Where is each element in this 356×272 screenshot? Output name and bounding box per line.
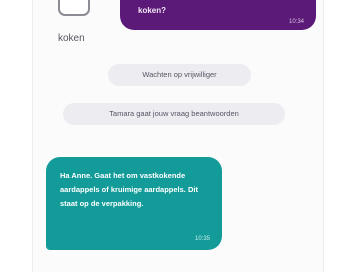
chat-screen: koken koken? 10:34 Wachten op vrijwillig… [0,0,356,272]
attachment-caption: koken [58,33,85,44]
status-pill-answering: Tamara gaat jouw vraag beantwoorden [63,103,285,125]
incoming-message-text: Ha Anne. Gaat het om vastkokende aardapp… [60,171,198,208]
incoming-message-bubble: Ha Anne. Gaat het om vastkokende aardapp… [46,157,222,250]
outgoing-message-bubble: koken? 10:34 [120,0,316,30]
outgoing-message-text: koken? [138,6,167,15]
status-pill-waiting: Wachten op vrijwilliger [108,64,251,86]
attachment-thumbnail-icon[interactable] [58,0,90,16]
outgoing-message-time: 10:34 [288,19,304,25]
incoming-message-time: 10:35 [194,236,210,242]
